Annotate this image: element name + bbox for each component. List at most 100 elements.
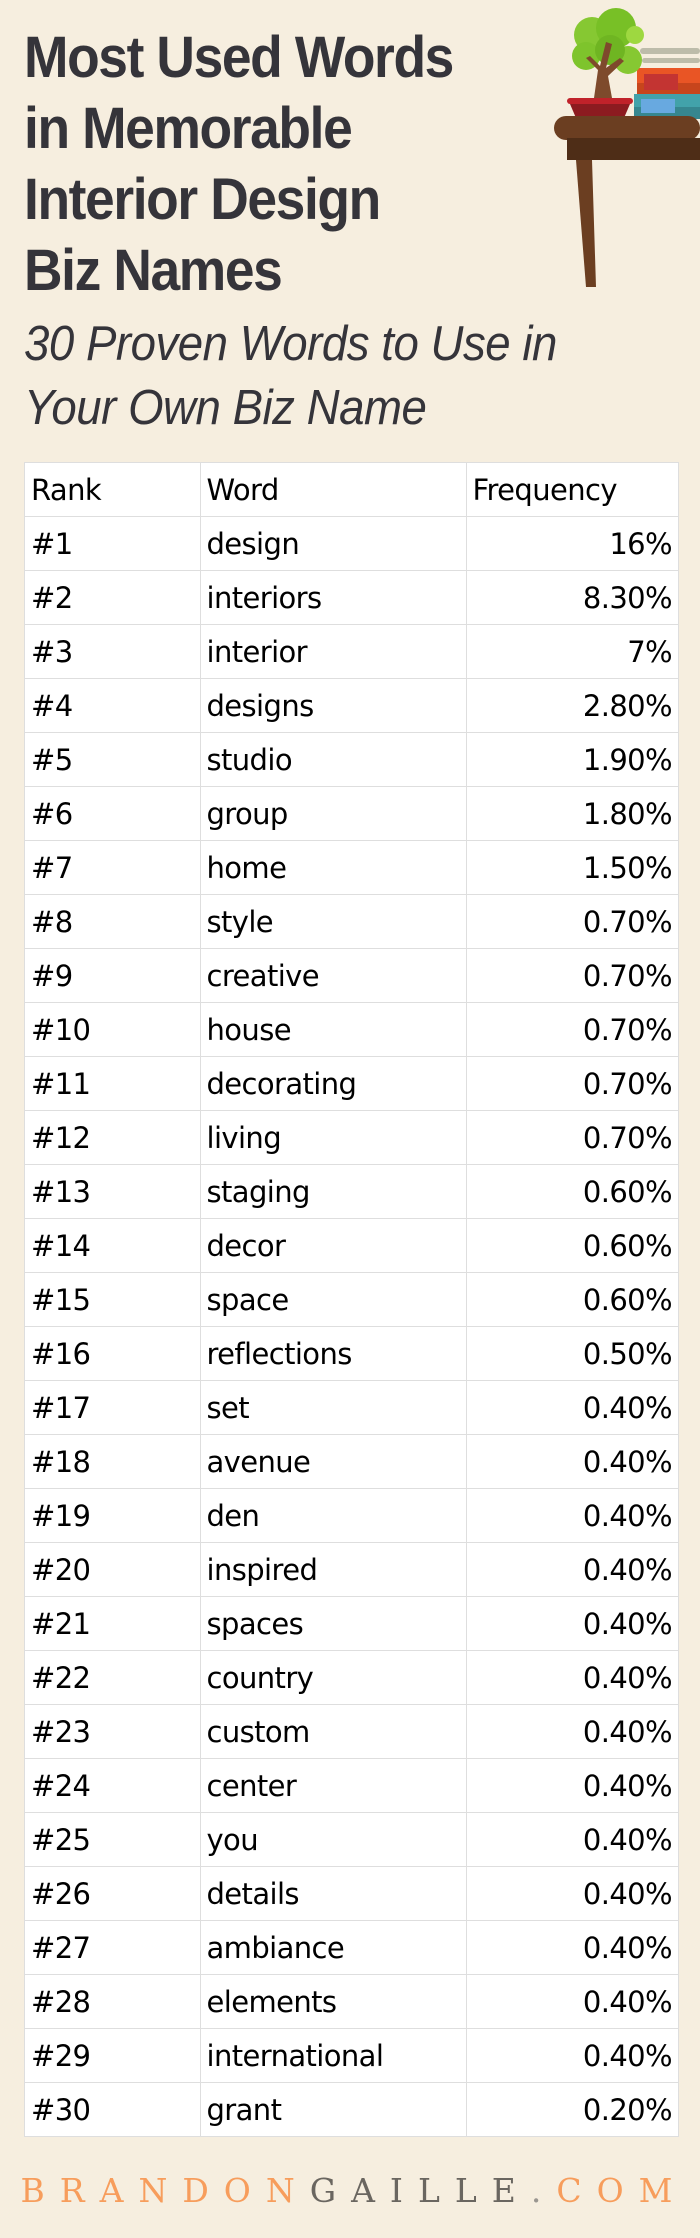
frequency-cell: 0.20% xyxy=(465,2082,678,2136)
column-header-word: Word xyxy=(199,463,467,517)
table-row: #28 elements 0.40% xyxy=(25,1974,678,2029)
frequency-cell: 0.40% xyxy=(465,1920,678,1975)
rank-cell: #2 xyxy=(25,570,201,625)
title-line: in Memorable xyxy=(24,96,353,161)
table-row: #5 studio 1.90% xyxy=(25,732,678,787)
table-row: #9 creative 0.70% xyxy=(25,948,678,1003)
rank-cell: #10 xyxy=(25,1002,201,1057)
title-line: Biz Names xyxy=(24,238,283,303)
title-line: Interior Design xyxy=(24,167,381,232)
frequency-cell: 0.40% xyxy=(465,1812,678,1867)
word-cell: interior xyxy=(199,624,467,679)
word-cell: decorating xyxy=(199,1056,467,1111)
rank-cell: #1 xyxy=(25,516,201,571)
word-cell: elements xyxy=(199,1974,467,2029)
table-row: #14 decor 0.60% xyxy=(25,1218,678,1273)
rank-cell: #7 xyxy=(25,840,201,895)
rank-cell: #24 xyxy=(25,1758,201,1813)
side-table-icon xyxy=(554,116,700,287)
frequency-cell: 0.40% xyxy=(465,1434,678,1489)
column-header-frequency: Frequency xyxy=(465,463,678,517)
frequency-cell: 0.40% xyxy=(465,1650,678,1705)
table-row: #13 staging 0.60% xyxy=(25,1164,678,1219)
frequency-cell: 0.50% xyxy=(465,1326,678,1381)
table-row: #30 grant 0.20% xyxy=(25,2082,678,2136)
rank-cell: #5 xyxy=(25,732,201,787)
table-row: #6 group 1.80% xyxy=(25,786,678,841)
frequency-cell: 2.80% xyxy=(465,678,678,733)
table-row: #10 house 0.70% xyxy=(25,1002,678,1057)
title-line: Most Used Words xyxy=(24,25,454,90)
frequency-table: Rank Word Frequency #1 design 16% #2 interio… xyxy=(25,463,678,2136)
word-cell: reflections xyxy=(199,1326,467,1381)
rank-cell: #28 xyxy=(25,1974,201,2029)
frequency-cell: 0.40% xyxy=(465,1542,678,1597)
table-row: #25 you 0.40% xyxy=(25,1812,678,1867)
rank-cell: #20 xyxy=(25,1542,201,1597)
table-row: #19 den 0.40% xyxy=(25,1488,678,1543)
frequency-cell: 0.70% xyxy=(465,894,678,949)
frequency-cell: 7% xyxy=(465,624,678,679)
table-row: #3 interior 7% xyxy=(25,624,678,679)
rank-cell: #29 xyxy=(25,2028,201,2083)
brand-part-com: COM xyxy=(556,2171,688,2210)
rank-cell: #16 xyxy=(25,1326,201,1381)
word-cell: living xyxy=(199,1110,467,1165)
bonsai-tree-on-table-with-books-icon xyxy=(540,0,700,300)
table-row: #11 decorating 0.70% xyxy=(25,1056,678,1111)
word-cell: ambiance xyxy=(199,1920,467,1975)
rank-cell: #15 xyxy=(25,1272,201,1327)
rank-cell: #12 xyxy=(25,1110,201,1165)
frequency-cell: 0.40% xyxy=(465,1380,678,1435)
frequency-cell: 0.60% xyxy=(465,1272,678,1327)
rank-cell: #9 xyxy=(25,948,201,1003)
word-cell: custom xyxy=(199,1704,467,1759)
table-row: #7 home 1.50% xyxy=(25,840,678,895)
rank-cell: #27 xyxy=(25,1920,201,1975)
frequency-cell: 0.60% xyxy=(465,1218,678,1273)
word-cell: space xyxy=(199,1272,467,1327)
word-cell: creative xyxy=(199,948,467,1003)
table-body: #1 design 16% #2 interiors 8.30% #3 interior 7% #… xyxy=(25,516,678,2136)
word-cell: style xyxy=(199,894,467,949)
table-row: #22 country 0.40% xyxy=(25,1650,678,1705)
table-row: #21 spaces 0.40% xyxy=(25,1596,678,1651)
table-row: #26 details 0.40% xyxy=(25,1866,678,1921)
rank-cell: #23 xyxy=(25,1704,201,1759)
page-title: Most Used Words in Memorable Interior De… xyxy=(24,22,521,306)
rank-cell: #22 xyxy=(25,1650,201,1705)
word-cell: you xyxy=(199,1812,467,1867)
frequency-cell: 0.40% xyxy=(465,1596,678,1651)
frequency-cell: 8.30% xyxy=(465,570,678,625)
table-header-row: Rank Word Frequency xyxy=(25,463,678,517)
word-frequency-table: Rank Word Frequency #1 design 16% #2 interio… xyxy=(24,462,679,2137)
word-cell: grant xyxy=(199,2082,467,2136)
frequency-cell: 0.70% xyxy=(465,948,678,1003)
rank-cell: #14 xyxy=(25,1218,201,1273)
table-row: #24 center 0.40% xyxy=(25,1758,678,1813)
frequency-cell: 1.90% xyxy=(465,732,678,787)
table-row: #18 avenue 0.40% xyxy=(25,1434,678,1489)
frequency-cell: 0.70% xyxy=(465,1056,678,1111)
table-row: #16 reflections 0.50% xyxy=(25,1326,678,1381)
table-row: #17 set 0.40% xyxy=(25,1380,678,1435)
brand-dot: . xyxy=(530,2171,557,2210)
table-row: #29 international 0.40% xyxy=(25,2028,678,2083)
brand-part-brandon: BRANDON xyxy=(20,2171,310,2210)
word-cell: designs xyxy=(199,678,467,733)
rank-cell: #18 xyxy=(25,1434,201,1489)
word-cell: group xyxy=(199,786,467,841)
word-cell: spaces xyxy=(199,1596,467,1651)
word-cell: den xyxy=(199,1488,467,1543)
word-cell: decor xyxy=(199,1218,467,1273)
table-row: #23 custom 0.40% xyxy=(25,1704,678,1759)
word-cell: country xyxy=(199,1650,467,1705)
word-cell: set xyxy=(199,1380,467,1435)
table-row: #1 design 16% xyxy=(25,516,678,571)
brand-footer: BRANDONGAILLE.COM xyxy=(0,2168,700,2214)
word-cell: international xyxy=(199,2028,467,2083)
word-cell: interiors xyxy=(199,570,467,625)
frequency-cell: 1.80% xyxy=(465,786,678,841)
word-cell: house xyxy=(199,1002,467,1057)
frequency-cell: 0.40% xyxy=(465,1704,678,1759)
